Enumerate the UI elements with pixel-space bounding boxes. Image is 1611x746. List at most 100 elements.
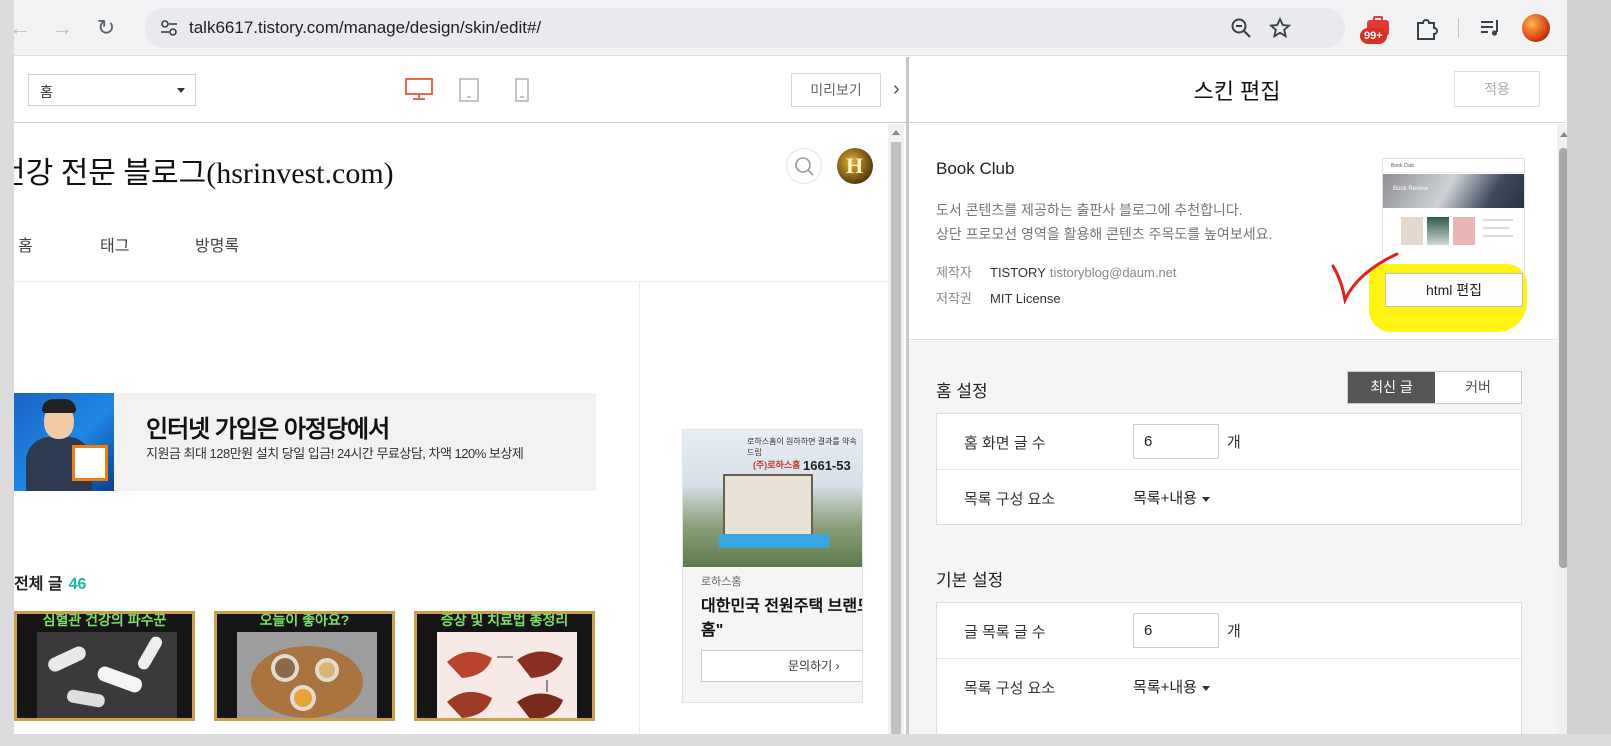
apply-button[interactable]: 적용 [1454, 71, 1540, 107]
blog-preview: 건강 전문 블로그(hsrinvest.com) H 홈 태그 방명록 인터넷 … [14, 124, 912, 746]
bookmark-star-icon[interactable] [1269, 17, 1291, 39]
home-post-count-label: 홈 화면 글 수 [964, 435, 1046, 452]
column-divider [639, 281, 640, 746]
preview-button[interactable]: 미리보기 [791, 73, 881, 107]
inquiry-button[interactable]: 문의하기 › [701, 650, 862, 682]
basic-list-value: 목록+내용 [1133, 679, 1197, 696]
author-key: 제작자 [936, 265, 972, 280]
skin-name: Book Club [936, 159, 1015, 178]
sidebar-ad-headline: 로하스홈이 원하하면 결과를 약속드립 [747, 437, 857, 457]
basic-list-row: 목록 구성 요소 목록+내용 [937, 659, 1521, 714]
home-list-label: 목록 구성 요소 [964, 491, 1056, 508]
thumbnail-caption: 오늘이 좋아요? [259, 612, 350, 628]
skin-description: 도서 콘텐츠를 제공하는 출판사 블로그에 추천합니다. 상단 프로모션 영역을… [936, 198, 1272, 246]
list-post-count-label: 글 목록 글 수 [964, 624, 1046, 641]
thumbnail-caption: 증상 및 치료법 총정리 [440, 612, 569, 628]
scroll-up-icon[interactable] [892, 130, 900, 135]
liver-diagram-image [437, 632, 577, 718]
home-list-row: 목록 구성 요소 목록+내용 [937, 470, 1521, 525]
tablet-icon[interactable] [458, 77, 480, 103]
license-key: 저작권 [936, 291, 972, 306]
house-ad-image: 로하스홈이 원하하면 결과를 약속드립 (주)로하스홈 1661-53 [683, 430, 862, 567]
sidebar-ad-phone: 1661-53 [803, 458, 851, 473]
sidebar-ad-brand: (주)로하스홈 [753, 460, 801, 470]
window-edge-bottom [0, 734, 1611, 746]
nav-divider [14, 281, 894, 282]
sidebar-ad-title: 대한민국 전원주택 브랜드 홈" [701, 595, 862, 643]
page-select[interactable]: 홈 [28, 74, 196, 106]
license-row: 저작권 MIT License [936, 288, 1061, 307]
thumbnail-caption: 심혈관 건강의 파수꾼 [42, 612, 167, 628]
desktop-icon[interactable] [404, 77, 434, 101]
home-list-dropdown[interactable]: 목록+내용 [1133, 487, 1210, 508]
all-posts-count: 46 [68, 576, 87, 593]
basic-settings-box: 글 목록 글 수 6 개 목록 구성 요소 목록+내용 [936, 602, 1522, 746]
basic-settings-title: 기본 설정 [936, 571, 1004, 590]
post-thumbnail[interactable]: 증상 및 치료법 총정리 [414, 611, 595, 721]
list-post-count-row: 글 목록 글 수 6 개 [937, 603, 1521, 658]
home-settings-box: 홈 화면 글 수 6 개 목록 구성 요소 목록+내용 [936, 413, 1522, 525]
profile-avatar[interactable] [1522, 14, 1550, 42]
home-post-count-input[interactable]: 6 [1133, 424, 1219, 459]
caret-down-icon [1201, 685, 1210, 691]
skin-description-line: 상단 프로모션 영역을 활용해 콘텐츠 주목도를 높여보세요. [936, 226, 1273, 242]
inquiry-button-label: 문의하기 [788, 659, 833, 673]
reload-icon[interactable]: ↻ [92, 14, 120, 42]
preview-toolbar: 홈 미리보기 [14, 57, 930, 123]
preview-scroll-thumb[interactable] [891, 142, 901, 746]
thumb-hero: Book Review [1383, 174, 1524, 208]
media-control-icon[interactable] [1477, 14, 1505, 42]
ad-banner[interactable]: 인터넷 가입은 아정당에서 지원금 최대 128만원 설치 당일 입금! 24시… [14, 393, 596, 491]
basic-list-dropdown[interactable]: 목록+내용 [1133, 676, 1210, 697]
unit-label: 개 [1227, 623, 1241, 640]
capsule-pills-image [37, 632, 177, 718]
ad-subtitle: 지원금 최대 128만원 설치 당일 입금! 24시간 무료상담, 차액 120… [146, 446, 524, 461]
chevron-down-icon [177, 88, 185, 93]
all-posts-heading: 전체 글 46 [14, 570, 86, 594]
basic-list-label: 목록 구성 요소 [964, 680, 1056, 697]
zoom-out-icon[interactable] [1230, 17, 1252, 39]
address-bar[interactable]: talk6617.tistory.com/manage/design/skin/… [145, 8, 1345, 48]
forward-arrow-icon[interactable]: → [48, 14, 76, 42]
post-thumbnail[interactable]: 오늘이 좋아요? [214, 611, 395, 721]
author-name: TISTORY [990, 265, 1046, 280]
tab-cover[interactable]: 커버 [1435, 372, 1521, 403]
window-edge-right [1567, 0, 1611, 746]
author-row: 제작자 TISTORY tistoryblog@daum.net [936, 262, 1177, 281]
home-settings-title: 홈 설정 [936, 382, 988, 401]
sidebar-ad-category: 로하스홈 [701, 576, 742, 588]
html-edit-button[interactable]: html 편집 [1385, 273, 1523, 307]
browser-toolbar: ← → ↻ talk6617.tistory.com/manage/design… [0, 0, 1611, 56]
chevron-right-icon: › [835, 659, 840, 673]
list-post-count-input[interactable]: 6 [1133, 613, 1219, 648]
sidebar-ad-card[interactable]: 로하스홈이 원하하면 결과를 약속드립 (주)로하스홈 1661-53 로하스홈… [682, 429, 863, 703]
extension-badge: 99+ [1360, 28, 1387, 44]
red-checkmark-annotation [1331, 252, 1399, 304]
blog-search-button[interactable] [786, 148, 822, 184]
thumb-brand: Book Club [1383, 159, 1524, 173]
blog-nav-home[interactable]: 홈 [18, 232, 33, 256]
blog-avatar[interactable]: H [837, 148, 873, 184]
caret-down-icon [1201, 496, 1210, 502]
chevron-right-icon[interactable]: › [893, 78, 900, 101]
preview-scrollbar[interactable] [888, 124, 904, 746]
home-post-count-row: 홈 화면 글 수 6 개 [937, 414, 1521, 469]
unit-label: 개 [1227, 434, 1241, 451]
blog-title[interactable]: 건강 전문 블로그(hsrinvest.com) [14, 148, 394, 192]
sidebar-ad-title-line2: 홈" [701, 622, 724, 639]
search-icon [795, 157, 814, 176]
post-thumbnail[interactable]: 심혈관 건강의 파수꾼 [14, 611, 195, 721]
skin-info: Book Club 도서 콘텐츠를 제공하는 출판사 블로그에 추천합니다. 상… [909, 124, 1565, 340]
toolbar-separator [1458, 18, 1459, 38]
ad-title: 인터넷 가입은 아정당에서 [146, 416, 390, 443]
mobile-icon[interactable] [514, 77, 530, 103]
blog-nav-tag[interactable]: 태그 [100, 232, 129, 256]
ad-photo [14, 393, 114, 491]
extensions-puzzle-icon[interactable] [1412, 14, 1440, 42]
window-edge-left [0, 0, 14, 746]
site-settings-icon[interactable] [159, 18, 179, 38]
tab-latest-posts[interactable]: 최신 글 [1348, 372, 1435, 403]
blog-nav-guestbook[interactable]: 방명록 [195, 232, 239, 256]
home-type-toggle: 최신 글 커버 [1347, 371, 1522, 404]
skin-description-line: 도서 콘텐츠를 제공하는 출판사 블로그에 추천합니다. [936, 202, 1243, 218]
